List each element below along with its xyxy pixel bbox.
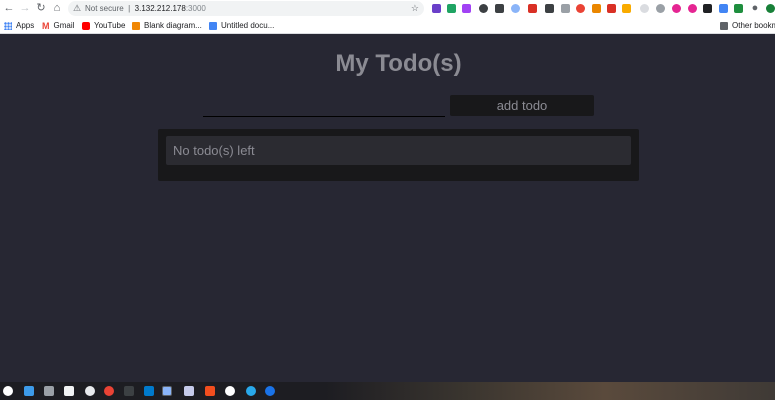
taskbar xyxy=(0,382,775,400)
add-todo-button[interactable]: add todo xyxy=(450,95,594,116)
extension-icon[interactable] xyxy=(432,4,441,13)
app-icon[interactable] xyxy=(44,386,54,396)
bookmark-label: Blank diagram... xyxy=(144,21,202,30)
extension-icon[interactable] xyxy=(545,4,554,13)
todo-list: No todo(s) left xyxy=(158,129,639,181)
extension-icon[interactable] xyxy=(672,4,681,13)
app-icon[interactable] xyxy=(225,386,235,396)
drawio-icon xyxy=(132,21,140,30)
extension-icon[interactable] xyxy=(719,4,728,13)
extension-icon[interactable] xyxy=(607,4,616,13)
start-icon[interactable] xyxy=(3,386,13,396)
youtube-icon xyxy=(82,21,90,30)
bookmark-other[interactable]: Other bookma xyxy=(720,19,775,32)
bookmark-apps[interactable]: Apps xyxy=(4,19,34,32)
app-icon[interactable] xyxy=(265,386,275,396)
extension-icon[interactable] xyxy=(656,4,665,13)
bookmark-label: YouTube xyxy=(94,21,126,30)
extension-icon[interactable] xyxy=(734,4,743,13)
bookmarks-bar: Apps M Gmail YouTube Blank diagram... Unt… xyxy=(0,17,775,34)
app-icon[interactable] xyxy=(85,386,95,396)
extension-icon[interactable] xyxy=(688,4,697,13)
address-bar[interactable]: ⚠ Not secure | 3.132.212.178:3000 ☆ xyxy=(68,1,424,16)
figma-icon[interactable] xyxy=(205,386,215,396)
app-icon[interactable] xyxy=(184,386,194,396)
bookmark-label: Apps xyxy=(16,21,35,30)
back-icon[interactable]: ← xyxy=(3,2,15,15)
reload-icon[interactable]: ↻ xyxy=(35,2,47,15)
drive-icon[interactable] xyxy=(447,4,456,13)
extension-icon[interactable] xyxy=(495,4,504,13)
warning-icon: ⚠ xyxy=(73,3,82,13)
vscode-icon[interactable] xyxy=(144,386,154,396)
folder-icon xyxy=(720,21,728,30)
app-icon[interactable] xyxy=(104,386,114,396)
bookmark-docs[interactable]: Untitled docu... xyxy=(209,19,274,32)
telegram-icon[interactable] xyxy=(246,386,256,396)
extension-icon[interactable] xyxy=(561,4,570,13)
chrome-icon[interactable] xyxy=(576,4,585,13)
chrome-taskbar-icon[interactable] xyxy=(162,386,172,396)
app-icon[interactable] xyxy=(24,386,34,396)
github-icon[interactable] xyxy=(703,4,712,13)
profile-avatar[interactable] xyxy=(766,4,775,13)
extension-icon[interactable] xyxy=(462,4,471,13)
gmail-icon: M xyxy=(42,20,50,31)
page-title: My Todo(s) xyxy=(335,50,462,77)
extension-icon[interactable] xyxy=(511,4,520,13)
bookmark-diagram[interactable]: Blank diagram... xyxy=(132,19,202,32)
bookmark-label: Gmail xyxy=(53,21,75,30)
home-icon[interactable]: ⌂ xyxy=(51,2,63,15)
empty-message: No todo(s) left xyxy=(166,136,631,165)
url-host: 3.132.212.178 xyxy=(134,4,186,13)
security-label: Not secure xyxy=(85,4,124,13)
bookmark-label: Untitled docu... xyxy=(221,21,275,30)
apps-grid-icon xyxy=(4,21,12,30)
bookmark-star-icon[interactable]: ☆ xyxy=(411,2,419,15)
browser-toolbar: ← → ↻ ⌂ ⚠ Not secure | 3.132.212.178:300… xyxy=(0,0,775,17)
bookmark-gmail[interactable]: M Gmail xyxy=(42,19,74,32)
bookmark-label: Other bookma xyxy=(732,21,775,30)
url-port: :3000 xyxy=(185,4,206,13)
terminal-icon[interactable] xyxy=(124,386,134,396)
url-text: Not secure | 3.132.212.178:3000 xyxy=(85,4,206,13)
browser-chrome: ← → ↻ ⌂ ⚠ Not secure | 3.132.212.178:300… xyxy=(0,0,775,34)
extension-icon[interactable] xyxy=(640,4,649,13)
extension-icon[interactable] xyxy=(622,4,631,13)
app-icon[interactable] xyxy=(64,386,74,396)
bookmark-youtube[interactable]: YouTube xyxy=(82,19,125,32)
todo-input[interactable] xyxy=(203,97,445,117)
extensions-puzzle-icon[interactable]: ● xyxy=(749,2,761,15)
docs-icon xyxy=(209,21,217,30)
extension-icon[interactable] xyxy=(528,4,537,13)
forward-icon[interactable]: → xyxy=(19,2,31,15)
extension-icon[interactable] xyxy=(592,4,601,13)
extension-icon[interactable] xyxy=(479,4,488,13)
